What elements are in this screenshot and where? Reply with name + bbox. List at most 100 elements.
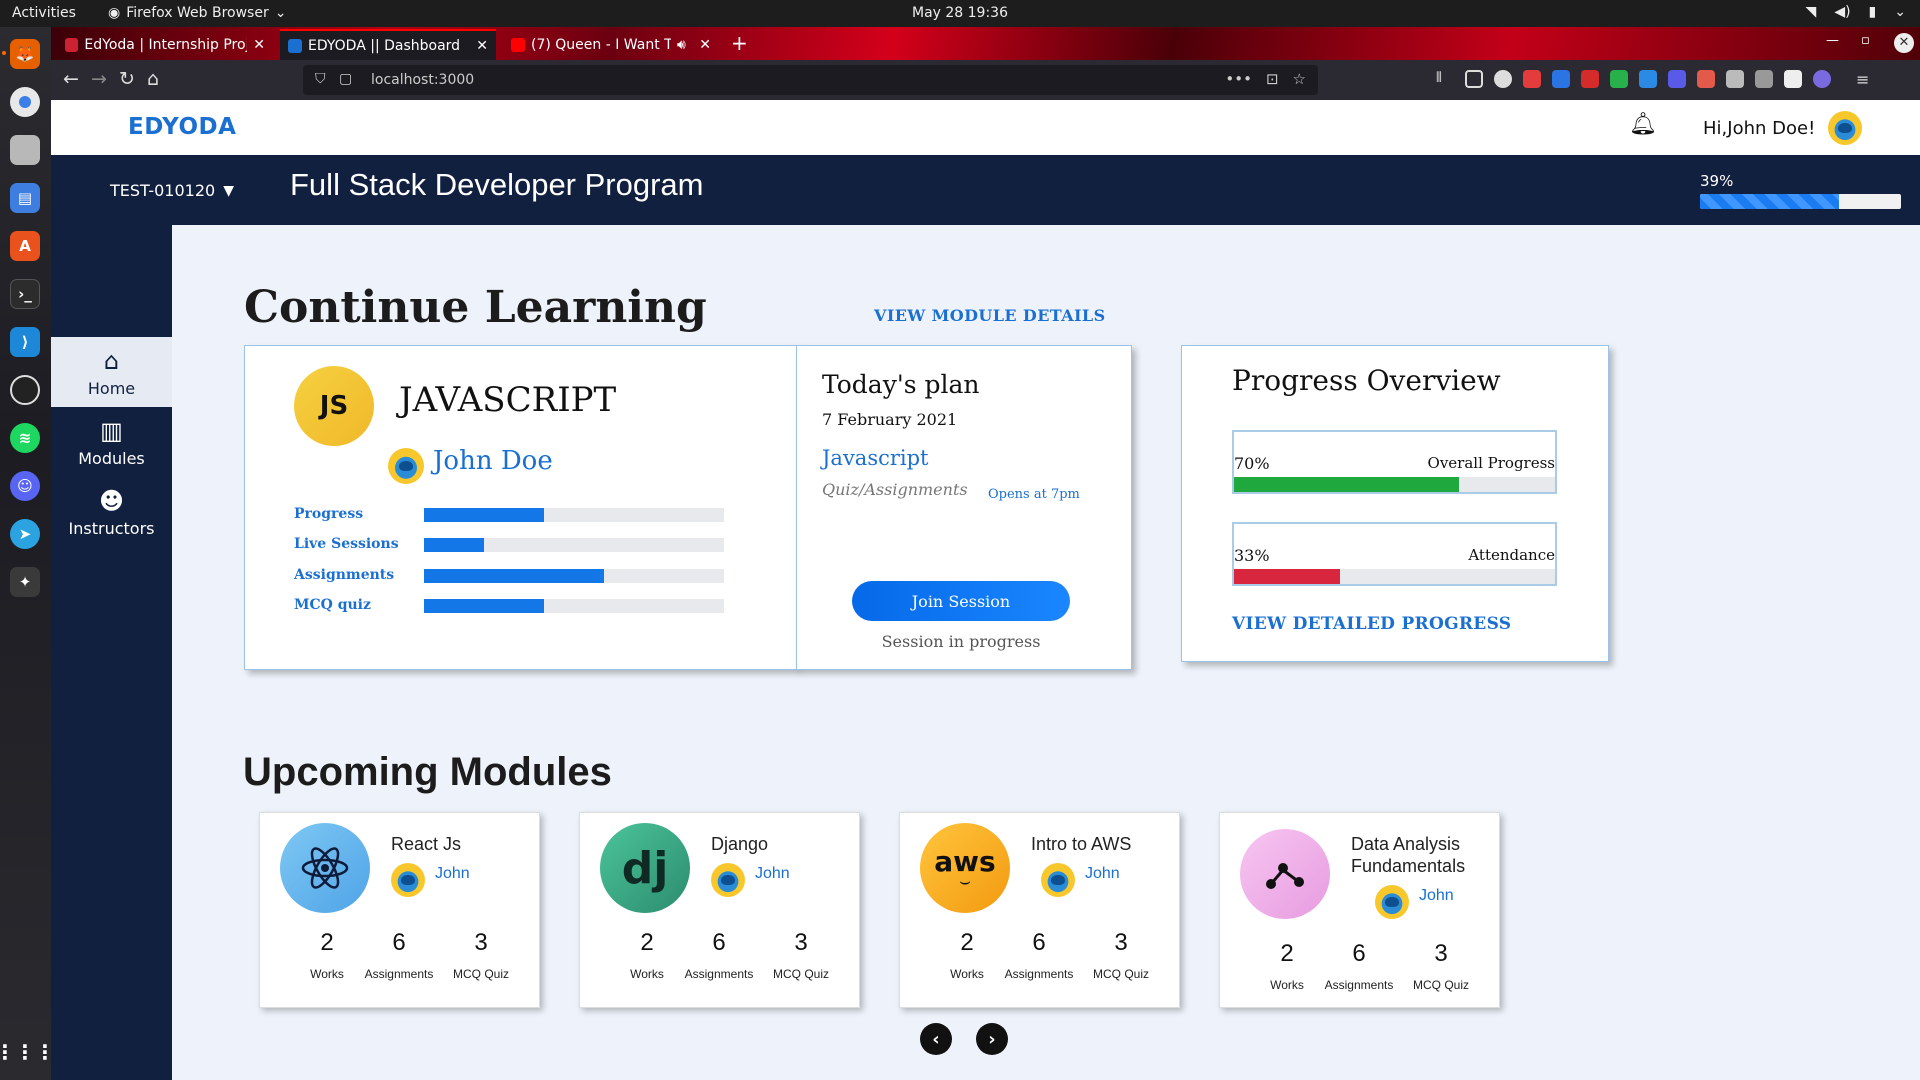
- sidebar-icon[interactable]: [1465, 70, 1483, 88]
- sidebar-item-label: Modules: [78, 448, 145, 468]
- course-card: JS JAVASCRIPT John Doe Progress Live Ses…: [244, 345, 797, 670]
- bookmark-star-icon[interactable]: ☆: [1293, 70, 1306, 88]
- view-module-details-link[interactable]: VIEW MODULE DETAILS: [874, 306, 1106, 325]
- module-instructor[interactable]: John: [435, 865, 470, 883]
- module-card-django[interactable]: dj Django John 2 Works 6 Assignments 3 MCQ …: [579, 812, 860, 1008]
- batch-selector[interactable]: TEST-010120 ▼: [110, 181, 234, 200]
- clock[interactable]: May 28 19:36: [0, 5, 1920, 21]
- tab-edyoda-dashboard[interactable]: EDYODA || Dashboard ✕: [280, 29, 496, 60]
- assignments-count: 6: [1032, 929, 1046, 956]
- obs-dock-icon[interactable]: [10, 375, 40, 405]
- module-instructor[interactable]: John: [1085, 865, 1120, 883]
- telegram-dock-icon[interactable]: ➤: [10, 519, 40, 549]
- maximize-button[interactable]: ▫: [1861, 33, 1870, 48]
- extension-icon[interactable]: [1639, 70, 1657, 88]
- firefox-dock-icon[interactable]: 🦊: [2, 39, 40, 69]
- extension-icon[interactable]: [1552, 70, 1570, 88]
- speaker-icon[interactable]: 🔊︎: [677, 37, 686, 53]
- instructor-name[interactable]: John Doe: [433, 446, 553, 476]
- system-tray[interactable]: ◥ ◀) ▮ ⌄: [1806, 4, 1906, 20]
- app-dock-icon[interactable]: ✦: [10, 567, 40, 597]
- module-card-aws[interactable]: aws ⌣ Intro to AWS John 2 Works 6 Assignme…: [899, 812, 1180, 1008]
- minimize-button[interactable]: —: [1826, 33, 1839, 48]
- vscode-dock-icon[interactable]: ⟩: [10, 327, 40, 357]
- extension-icon[interactable]: [1755, 70, 1773, 88]
- close-window-button[interactable]: ✕: [1894, 33, 1914, 53]
- module-quiz: 3 MCQ Quiz: [756, 929, 846, 981]
- page-icon[interactable]: ▢: [339, 71, 352, 87]
- url-bar[interactable]: ⛉ ▢ localhost:3000 ••• ⊡ ☆: [303, 65, 1318, 95]
- attendance-box: 33% Attendance: [1232, 522, 1557, 586]
- shield-icon[interactable]: ⛉: [315, 71, 326, 87]
- react-icon: [280, 823, 370, 913]
- pocket-icon[interactable]: ⊡: [1266, 70, 1279, 88]
- sidebar-item-modules[interactable]: ▥ Modules: [51, 407, 172, 477]
- carousel-prev-button[interactable]: ‹: [920, 1023, 952, 1055]
- sidebar-item-home[interactable]: ⌂ Home: [51, 337, 172, 407]
- sidebar: ⌂ Home ▥ Modules ☻ Instructors: [51, 225, 172, 1080]
- library-icon[interactable]: ⫴: [1436, 70, 1454, 88]
- module-instructor[interactable]: John: [755, 865, 790, 883]
- app-header: EDYODA 🔔︎ Hi,John Doe!: [51, 100, 1920, 155]
- module-instructor[interactable]: John: [1419, 887, 1454, 905]
- stat-fill: [424, 599, 544, 613]
- join-session-button[interactable]: Join Session: [852, 581, 1070, 621]
- close-icon[interactable]: ✕: [253, 37, 265, 53]
- module-card-react[interactable]: React Js John 2 Works 6 Assignments 3 MCQ Q…: [259, 812, 540, 1008]
- battery-icon: ▮: [1868, 4, 1877, 20]
- plan-date: 7 February 2021: [822, 410, 958, 429]
- extension-icon[interactable]: [1726, 70, 1744, 88]
- module-quiz: 3 MCQ Quiz: [1076, 929, 1166, 981]
- view-detailed-progress-link[interactable]: VIEW DETAILED PROGRESS: [1232, 614, 1511, 634]
- chrome-dock-icon[interactable]: [10, 87, 40, 117]
- overall-progress-percent: 70%: [1234, 454, 1270, 473]
- progress-fill: [1700, 194, 1839, 209]
- home-button[interactable]: ⌂: [147, 68, 159, 90]
- module-card-data-analysis[interactable]: Data Analysis Fundamentals John 2 Works 6…: [1219, 812, 1500, 1008]
- edyoda-logo[interactable]: EDYODA: [128, 114, 236, 140]
- quiz-count: 3: [1114, 929, 1128, 956]
- software-center-dock-icon[interactable]: A: [10, 231, 40, 261]
- bell-icon[interactable]: 🔔︎: [1629, 112, 1657, 137]
- plan-course-link[interactable]: Javascript: [822, 446, 929, 470]
- extension-icon[interactable]: [1523, 70, 1541, 88]
- stat-fill: [424, 538, 484, 552]
- tab-edyoda-internship[interactable]: EdYoda | Internship Proj ✕: [57, 29, 273, 60]
- extension-icon[interactable]: [1581, 70, 1599, 88]
- avatar[interactable]: [1828, 111, 1862, 145]
- assignments-count: 6: [712, 929, 726, 956]
- browser-tab-bar: EdYoda | Internship Proj ✕ EDYODA || Das…: [51, 27, 1920, 60]
- tab-favicon-icon: [288, 38, 302, 53]
- extension-icon[interactable]: [1697, 70, 1715, 88]
- spotify-dock-icon[interactable]: ≋: [10, 423, 40, 453]
- extension-icon[interactable]: [1668, 70, 1686, 88]
- overall-progress-box: 70% Overall Progress: [1232, 430, 1557, 494]
- sidebar-item-instructors[interactable]: ☻ Instructors: [51, 477, 172, 547]
- tab-title: EdYoda | Internship Proj: [84, 36, 248, 53]
- page-actions-icon[interactable]: •••: [1225, 70, 1252, 88]
- quiz-caption: MCQ Quiz: [772, 967, 829, 981]
- menu-icon[interactable]: ≡: [1856, 70, 1874, 89]
- extension-icon[interactable]: [1813, 70, 1831, 88]
- user-greeting[interactable]: Hi,John Doe!: [1703, 118, 1815, 139]
- tab-youtube-queen[interactable]: (7) Queen - I Want To 🔊︎ ✕: [503, 29, 719, 60]
- new-tab-button[interactable]: +: [731, 31, 748, 55]
- back-button[interactable]: ←: [63, 68, 79, 90]
- discord-dock-icon[interactable]: ☺: [10, 471, 40, 501]
- forward-button[interactable]: →: [91, 68, 107, 90]
- files-dock-icon[interactable]: [10, 135, 40, 165]
- instructor-avatar: [388, 448, 424, 484]
- close-icon[interactable]: ✕: [476, 38, 488, 54]
- extension-icon[interactable]: [1610, 70, 1628, 88]
- close-icon[interactable]: ✕: [699, 37, 711, 53]
- carousel-next-button[interactable]: ›: [976, 1023, 1008, 1055]
- extension-icon[interactable]: [1494, 70, 1512, 88]
- terminal-dock-icon[interactable]: ›_: [10, 279, 40, 309]
- extension-icon[interactable]: [1784, 70, 1802, 88]
- url-text[interactable]: localhost:3000: [371, 72, 474, 88]
- overall-percent-label: 39%: [1700, 172, 1734, 190]
- reload-button[interactable]: ↻: [119, 68, 135, 90]
- writer-dock-icon[interactable]: ▤: [10, 183, 40, 213]
- course-title: JAVASCRIPT: [399, 380, 617, 420]
- show-apps-icon[interactable]: ⋮⋮⋮: [0, 1037, 55, 1067]
